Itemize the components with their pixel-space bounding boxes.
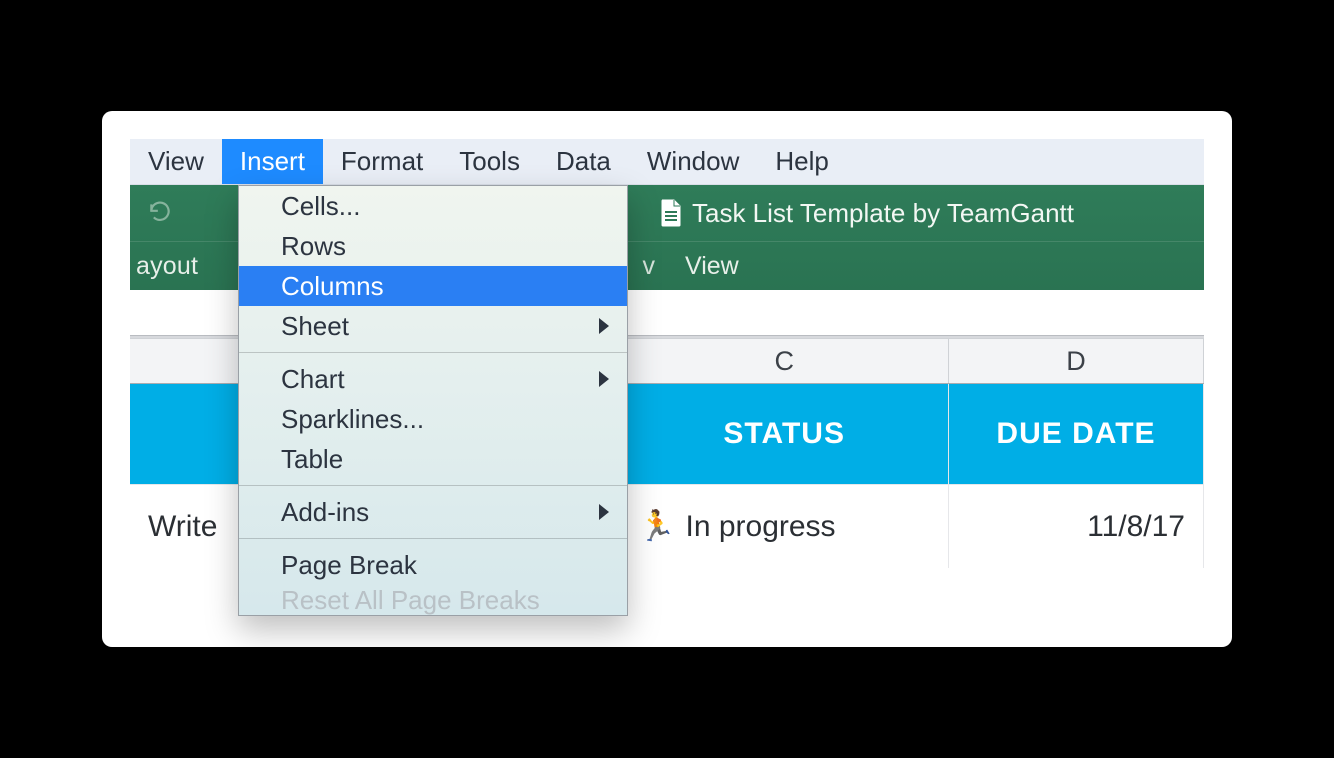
menu-item-table[interactable]: Table <box>239 439 627 479</box>
ribbon-tab-review-partial: v <box>635 242 655 291</box>
cell-status[interactable]: 🏃 In progress <box>620 485 949 568</box>
menu-tools[interactable]: Tools <box>441 139 538 184</box>
menubar: View Insert Format Tools Data Window Hel… <box>130 139 1204 185</box>
menu-item-cells[interactable]: Cells... <box>239 186 627 226</box>
menu-item-columns[interactable]: Columns <box>239 266 627 306</box>
column-header-c[interactable]: C <box>620 339 949 383</box>
menu-separator <box>239 485 627 486</box>
menu-data[interactable]: Data <box>538 139 629 184</box>
menu-item-sheet-label: Sheet <box>281 311 349 342</box>
menu-insert[interactable]: Insert <box>222 139 323 184</box>
menu-item-sheet[interactable]: Sheet <box>239 306 627 346</box>
ribbon-tab-view[interactable]: View <box>685 242 739 291</box>
menu-item-page-break[interactable]: Page Break <box>239 545 627 585</box>
menu-view[interactable]: View <box>130 139 222 184</box>
menu-item-chart[interactable]: Chart <box>239 359 627 399</box>
menu-item-rows[interactable]: Rows <box>239 226 627 266</box>
cell-due-date-text: 11/8/17 <box>1087 510 1185 544</box>
submenu-arrow-icon <box>599 504 609 520</box>
document-title-text: Task List Template by TeamGantt <box>692 198 1074 229</box>
submenu-arrow-icon <box>599 318 609 334</box>
table-header-status[interactable]: STATUS <box>620 384 949 484</box>
menu-window[interactable]: Window <box>629 139 757 184</box>
cell-due-date[interactable]: 11/8/17 <box>949 485 1204 568</box>
undo-icon[interactable] <box>130 200 190 226</box>
runner-icon: 🏃 <box>638 509 675 544</box>
menu-item-chart-label: Chart <box>281 364 345 395</box>
menu-format[interactable]: Format <box>323 139 441 184</box>
excel-file-icon <box>660 199 682 227</box>
column-header-d[interactable]: D <box>949 339 1204 383</box>
app-frame: View Insert Format Tools Data Window Hel… <box>130 139 1204 647</box>
submenu-arrow-icon <box>599 371 609 387</box>
cell-task-text: Write <box>148 510 217 544</box>
menu-item-addins-label: Add-ins <box>281 497 369 528</box>
menu-item-reset-page-breaks[interactable]: Reset All Page Breaks <box>239 585 627 615</box>
ribbon-tab-layout-partial[interactable]: ayout <box>130 242 198 291</box>
menu-item-addins[interactable]: Add-ins <box>239 492 627 532</box>
menu-separator <box>239 538 627 539</box>
menu-item-sparklines[interactable]: Sparklines... <box>239 399 627 439</box>
table-header-due-date[interactable]: DUE DATE <box>949 384 1204 484</box>
document-title: Task List Template by TeamGantt <box>660 185 1074 241</box>
cell-status-text: In progress <box>685 510 835 544</box>
insert-dropdown: Cells... Rows Columns Sheet Chart Sparkl… <box>238 185 628 616</box>
menu-separator <box>239 352 627 353</box>
app-card: View Insert Format Tools Data Window Hel… <box>102 111 1232 647</box>
menu-help[interactable]: Help <box>757 139 846 184</box>
